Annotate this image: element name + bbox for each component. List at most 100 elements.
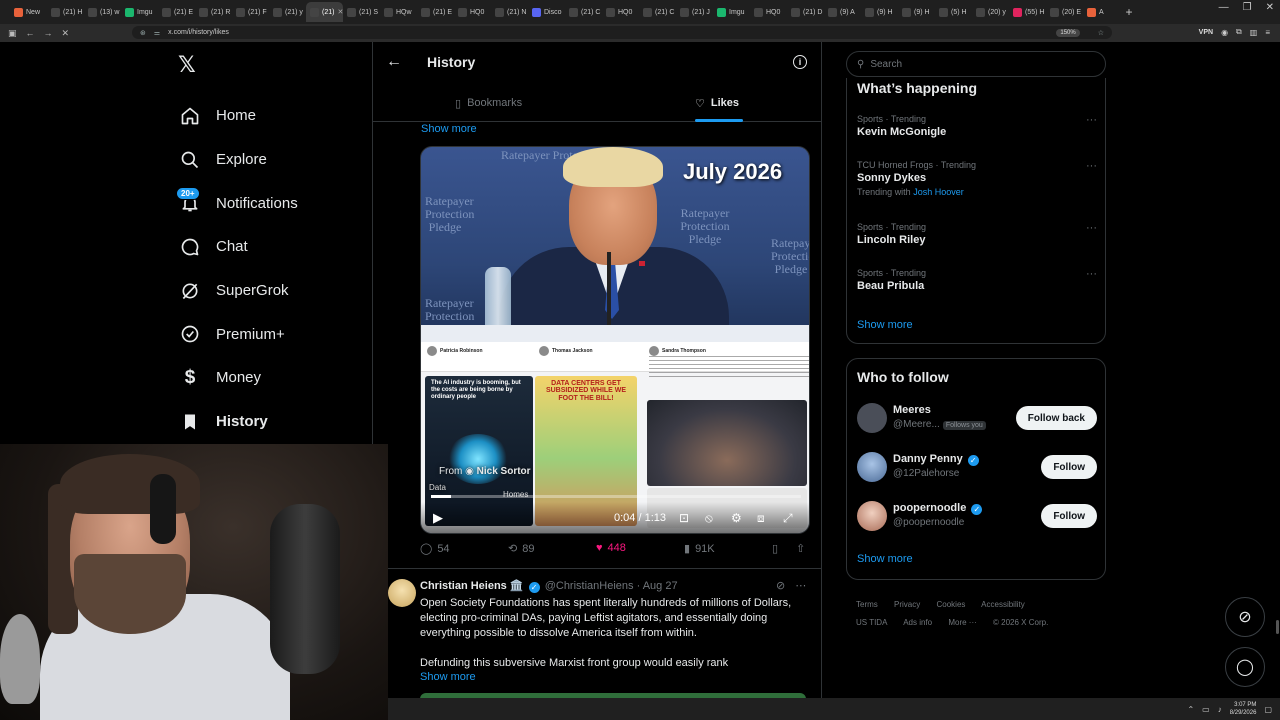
follow-button[interactable]: Follow	[1041, 455, 1097, 479]
new-tab-button[interactable]: +	[1120, 5, 1138, 19]
tab-bookmarks[interactable]: ▯ Bookmarks	[455, 84, 522, 122]
grok-floating-button[interactable]: ⊘	[1225, 597, 1265, 637]
nav-item-premium[interactable]: Premium+	[178, 312, 368, 356]
browser-tab[interactable]: A	[1083, 2, 1120, 22]
browser-tab[interactable]: New	[10, 2, 47, 22]
nav-item-explore[interactable]: Explore	[178, 138, 368, 182]
browser-tab[interactable]: (21) E	[417, 2, 454, 22]
footer-link-more[interactable]: More ···	[948, 618, 976, 627]
more-options-icon[interactable]: ···	[1086, 268, 1097, 280]
browser-tab[interactable]: (20) E	[1046, 2, 1083, 22]
browser-tab[interactable]: (21) N	[491, 2, 528, 22]
tab-likes[interactable]: ♡ Likes	[695, 84, 739, 122]
show-more-link[interactable]: Show more	[420, 671, 476, 683]
trend-item[interactable]: Sports · Trending Kevin McGonigle ···	[857, 114, 1097, 138]
extensions-icon[interactable]: ⧉	[1236, 27, 1242, 37]
bookmark-star-icon[interactable]: ☆	[1098, 29, 1104, 37]
browser-tab[interactable]: (5) H	[935, 2, 972, 22]
url-text[interactable]: x.com/i/history/likes	[168, 29, 229, 36]
pip-icon[interactable]: ⧈	[757, 511, 765, 526]
nav-item-home[interactable]: Home	[178, 94, 368, 138]
footer-link-privacy[interactable]: Privacy	[894, 600, 920, 609]
browser-tab[interactable]: (21) H	[47, 2, 84, 22]
search-input[interactable]: ⚲ Search	[846, 51, 1106, 77]
follow-suggestion[interactable]: Danny Penny ✓ @12Palehorse Follow	[857, 452, 1097, 484]
browser-tab[interactable]: (9) H	[861, 2, 898, 22]
x-logo-icon[interactable]: 𝕏	[178, 52, 196, 78]
browser-tab[interactable]: (9) H	[898, 2, 935, 22]
account-icon[interactable]: ◉	[1221, 28, 1228, 37]
avatar[interactable]	[857, 403, 887, 433]
footer-link-ads-info[interactable]: Ads info	[903, 618, 932, 627]
speaker-icon[interactable]: ♪	[1218, 705, 1222, 714]
like-button[interactable]: ♥ 448	[596, 542, 626, 554]
more-options-icon[interactable]: ···	[1086, 222, 1097, 234]
browser-tab[interactable]: (21) R	[195, 2, 232, 22]
nav-item-money[interactable]: $ Money	[178, 356, 368, 400]
browser-tab[interactable]: HQ0	[750, 2, 787, 22]
show-more-link[interactable]: Show more	[857, 319, 913, 331]
nav-item-chat[interactable]: Chat	[178, 225, 368, 269]
back-arrow-icon[interactable]: ←	[386, 53, 402, 71]
footer-link-tida[interactable]: US TIDA	[856, 618, 887, 627]
back-icon[interactable]: ←	[26, 28, 35, 38]
play-icon[interactable]: ▶	[433, 510, 443, 526]
site-info-icon[interactable]: ⊛	[140, 29, 146, 37]
post-date[interactable]: Aug 27	[643, 580, 678, 592]
browser-tab[interactable]: (21) J	[676, 2, 713, 22]
trend-item[interactable]: Sports · Trending Beau Pribula ···	[857, 268, 1097, 292]
avatar[interactable]	[388, 579, 416, 607]
mute-icon[interactable]: ⦸	[705, 511, 713, 526]
video-player[interactable]: Ratepayer Protection Pledge Ratepayer Pr…	[420, 146, 810, 534]
show-more-link[interactable]: Show more	[421, 123, 477, 135]
nav-item-history[interactable]: History	[178, 400, 368, 444]
browser-tab[interactable]: (21) S	[343, 2, 380, 22]
repost-button[interactable]: ⟲ 89	[508, 542, 534, 556]
wallet-icon[interactable]: ▥	[1250, 28, 1258, 37]
video-source-label[interactable]: From ◉ Nick Sortor	[439, 466, 531, 477]
grok-icon[interactable]: ⊘	[776, 579, 785, 592]
footer-link-accessibility[interactable]: Accessibility	[981, 600, 1025, 609]
close-window-icon[interactable]: ✕	[1266, 2, 1274, 13]
footer-link-terms[interactable]: Terms	[856, 600, 878, 609]
browser-tab[interactable]: (13) w	[84, 2, 121, 22]
restore-icon[interactable]: ❐	[1243, 2, 1252, 13]
browser-tab[interactable]: (21) F	[232, 2, 269, 22]
zoom-badge[interactable]: 150%	[1056, 28, 1080, 37]
taskbar-clock[interactable]: 3:07 PM 8/29/2026	[1230, 701, 1257, 717]
vpn-button[interactable]: VPN	[1199, 29, 1213, 36]
browser-tab[interactable]: HQ0	[602, 2, 639, 22]
browser-tab[interactable]: Disco	[528, 2, 565, 22]
avatar[interactable]	[857, 452, 887, 482]
browser-tab[interactable]: HQ0	[454, 2, 491, 22]
browser-tab[interactable]: (21) E	[158, 2, 195, 22]
browser-tab[interactable]: (21) C	[639, 2, 676, 22]
browser-tab[interactable]: (55) H	[1009, 2, 1046, 22]
more-options-icon[interactable]: ⋯	[795, 579, 806, 592]
trend-related-link[interactable]: Josh Hoover	[913, 187, 964, 197]
browser-tab[interactable]: (21) C	[565, 2, 602, 22]
notification-center-icon[interactable]: ▢	[1264, 705, 1272, 714]
minimize-icon[interactable]: —	[1219, 2, 1229, 13]
menu-icon[interactable]: ≡	[1265, 28, 1270, 37]
messages-floating-button[interactable]: ◯	[1225, 647, 1265, 687]
browser-tab[interactable]: (20) y	[972, 2, 1009, 22]
avatar[interactable]	[857, 501, 887, 531]
address-bar[interactable]: ⊛ ⚌ x.com/i/history/likes 150% ☆	[132, 26, 1112, 39]
reply-button[interactable]: ◯ 54	[420, 542, 450, 556]
share-button[interactable]: ⇧	[796, 542, 805, 555]
browser-tab[interactable]: Imgu	[121, 2, 158, 22]
follow-suggestion[interactable]: poopernoodle ✓ @poopernoodle Follow	[857, 501, 1097, 533]
follow-suggestion[interactable]: Meeres @Meere... Follows you Follow back	[857, 403, 1097, 435]
scrollbar-thumb[interactable]	[1276, 620, 1279, 634]
video-progress-bar[interactable]	[431, 495, 801, 498]
sidebar-toggle-icon[interactable]: ▣	[8, 28, 17, 39]
browser-tab[interactable]: HQw	[380, 2, 417, 22]
chevron-up-icon[interactable]: ⌃	[1187, 705, 1194, 714]
captions-icon[interactable]: ⊡	[679, 511, 689, 525]
show-more-link[interactable]: Show more	[857, 553, 913, 565]
author-handle[interactable]: @ChristianHeiens	[545, 580, 634, 592]
nav-item-supergrok[interactable]: SuperGrok	[178, 269, 368, 313]
forward-icon[interactable]: →	[44, 28, 53, 38]
browser-tab[interactable]: (21) D	[787, 2, 824, 22]
